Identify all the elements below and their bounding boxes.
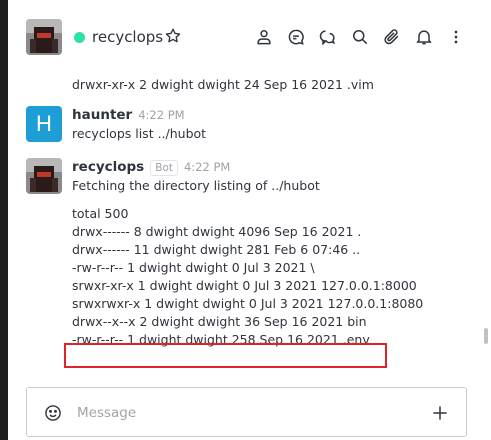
message-author[interactable]: haunter — [72, 107, 132, 123]
scrollbar-thumb[interactable] — [484, 328, 488, 344]
message-list: drwxr-xr-x 2 dwight dwight 24 Sep 16 202… — [8, 66, 480, 372]
listing-line: srwxr-xr-x 1 dwight dwight 0 Jul 3 2021 … — [72, 278, 417, 293]
threads-icon[interactable] — [318, 27, 338, 47]
avatar[interactable] — [26, 158, 62, 194]
room-name[interactable]: recyclops — [92, 28, 163, 46]
listing-line: srwxrwxr-x 1 dwight dwight 0 Jul 3 2021 … — [72, 296, 424, 311]
directory-listing: total 500 drwx------ 8 dwight dwight 409… — [72, 205, 423, 349]
message-time: 4:22 PM — [183, 160, 231, 174]
listing-line: drwx------ 11 dwight dwight 281 Feb 6 07… — [72, 242, 361, 257]
listing-line: -rw-r--r-- 1 dwight dwight 0 Jul 3 2021 … — [72, 260, 315, 275]
online-status-dot — [74, 32, 85, 43]
message-body-line: drwxr-xr-x 2 dwight dwight 24 Sep 16 202… — [72, 77, 374, 92]
chat-window: recyclops drwxr-xr-x 2 dwight dwight 24 … — [8, 0, 491, 440]
plus-icon[interactable] — [430, 403, 450, 423]
message-author[interactable]: recyclops — [72, 159, 144, 175]
room-header: recyclops — [8, 0, 491, 76]
room-avatar[interactable] — [26, 19, 62, 55]
listing-line: drwx------ 8 dwight dwight 4096 Sep 16 2… — [72, 224, 362, 239]
discussion-icon[interactable] — [286, 27, 306, 47]
message-composer — [26, 387, 467, 437]
message-text: recyclops list ../hubot — [72, 126, 207, 141]
listing-line: drwx--x--x 2 dwight dwight 36 Sep 16 202… — [72, 314, 367, 329]
avatar[interactable]: H — [26, 106, 62, 142]
notification-bell-icon[interactable] — [414, 27, 434, 47]
message-input[interactable] — [77, 402, 407, 424]
star-icon[interactable] — [164, 27, 182, 45]
user-info-icon[interactable] — [254, 27, 274, 47]
bot-badge: Bot — [150, 160, 178, 176]
message-time: 4:22 PM — [138, 108, 185, 122]
kebab-menu-icon[interactable] — [446, 27, 466, 47]
listing-line: total 500 — [72, 206, 129, 221]
attachment-icon[interactable] — [382, 27, 402, 47]
message-text: Fetching the directory listing of ../hub… — [72, 178, 320, 193]
message-scrollbar[interactable] — [482, 66, 488, 372]
emoji-icon[interactable] — [43, 403, 63, 423]
highlight-box — [64, 343, 387, 368]
search-icon[interactable] — [350, 27, 370, 47]
